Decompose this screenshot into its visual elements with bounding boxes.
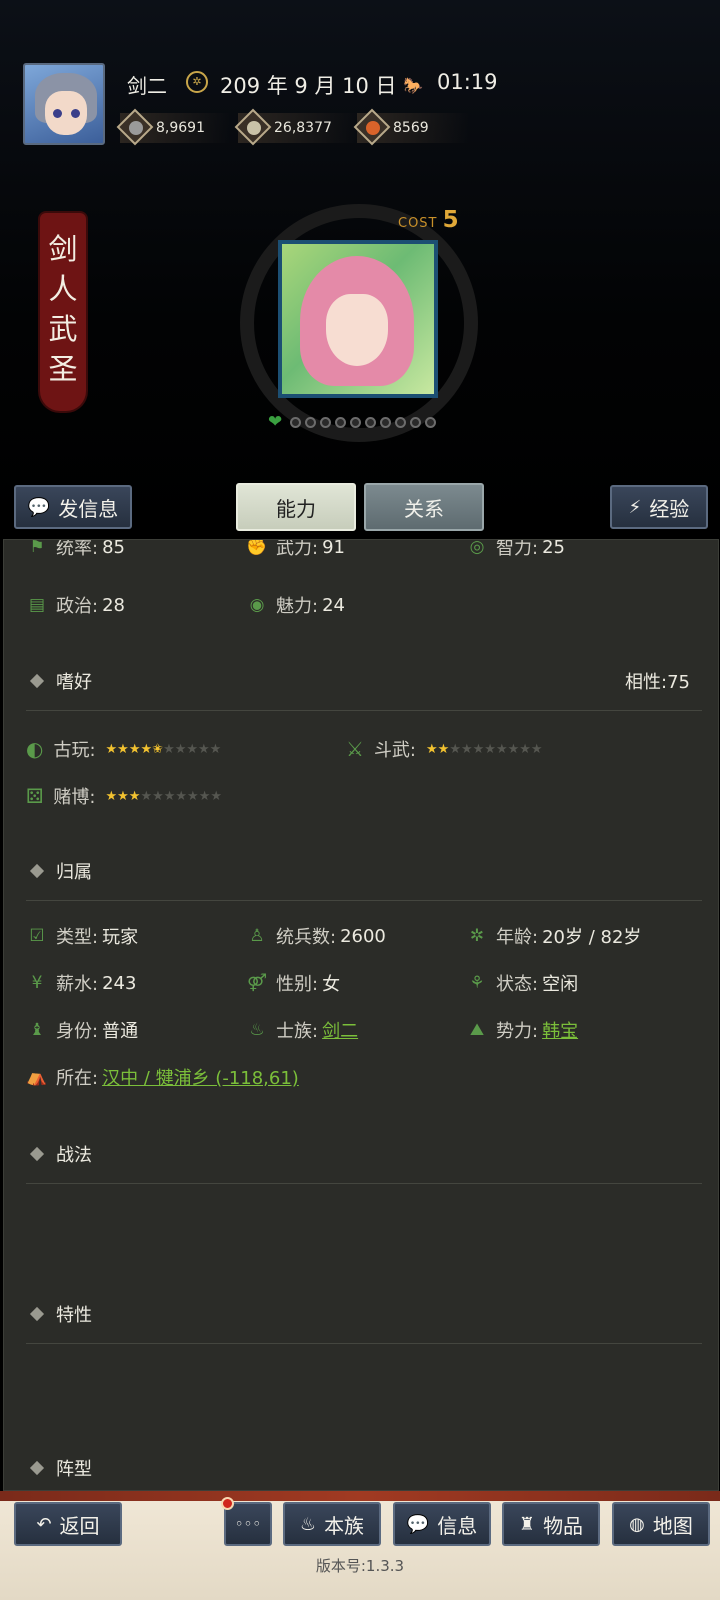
map-button[interactable]: ◍ 地图 bbox=[612, 1502, 710, 1546]
scroll-icon: ▤ bbox=[28, 595, 46, 615]
hobby-gambling: ⚄ 赌博: ★★★★★★★★★★ bbox=[26, 784, 223, 808]
stat-leadership: ⚑ 统率: 85 bbox=[26, 539, 125, 560]
heart-icon: ❤ bbox=[268, 412, 283, 432]
section-traits: 特性 bbox=[29, 1301, 92, 1327]
info-faction: ⛰ 势力: 韩宝 bbox=[466, 1017, 578, 1043]
fist-icon: ✊ bbox=[246, 539, 268, 557]
items-button[interactable]: ♜ 物品 bbox=[502, 1502, 600, 1546]
info-troops: ♙ 统兵数: 2600 bbox=[246, 923, 386, 949]
back-arrow-icon: ↶ bbox=[36, 1513, 52, 1535]
resource-food-value: 8569 bbox=[393, 120, 429, 136]
stat-intellect: ◎ 智力: 25 bbox=[466, 539, 565, 560]
hobby-antiques: ◐ 古玩: ★★★★✬★★★★★ bbox=[26, 737, 222, 761]
soldier-icon: ♙ bbox=[249, 926, 265, 946]
bag-icon: ♜ bbox=[518, 1513, 536, 1535]
notification-badge bbox=[221, 1497, 234, 1510]
status-icon: ⚘ bbox=[469, 973, 485, 993]
affinity-value: 相性:75 bbox=[625, 672, 690, 693]
character-title-banner: 剑 人 武 圣 bbox=[40, 213, 86, 411]
info-status: ⚘ 状态: 空闲 bbox=[466, 970, 578, 996]
brain-icon: ◎ bbox=[469, 539, 485, 557]
clan-icon: ♨ bbox=[249, 1020, 265, 1040]
resource-food[interactable]: 8569 bbox=[353, 108, 469, 146]
section-hobbies: 嗜好 bbox=[29, 668, 92, 694]
loyalty-indicator: ❤ bbox=[268, 412, 437, 432]
yen-icon: ¥ bbox=[31, 973, 43, 993]
chess-piece-icon: ♝ bbox=[29, 1020, 45, 1040]
resource-coin-value: 8,9691 bbox=[156, 120, 205, 136]
lightning-icon: ⚡ bbox=[628, 496, 642, 518]
stat-charm: ◉ 魅力: 24 bbox=[246, 592, 345, 618]
character-portrait[interactable] bbox=[278, 240, 438, 398]
info-clan: ♨ 士族: 剑二 bbox=[246, 1017, 358, 1043]
ability-panel[interactable]: ⚑ 统率: 85 ✊ 武力: 91 ◎ 智力: 25 ▤ 政治: 28 ◉ 魅力: 24 嗜好 相性… bbox=[3, 539, 719, 1491]
info-button[interactable]: 💬 信息 bbox=[393, 1502, 491, 1546]
info-salary: ¥ 薪水: 243 bbox=[26, 970, 137, 996]
send-message-button[interactable]: 💬 发信息 bbox=[14, 485, 132, 529]
horse-icon: 🐎 bbox=[403, 76, 423, 95]
resource-grain-value: 26,8377 bbox=[274, 120, 332, 136]
location-link[interactable]: 汉中 / 犍浦乡 (-118,61) bbox=[102, 1064, 299, 1090]
stat-politics: ▤ 政治: 28 bbox=[26, 592, 125, 618]
hobby-combat-stars: ★★★★★★★★★★ bbox=[426, 741, 543, 757]
clan-button[interactable]: ♨ 本族 bbox=[283, 1502, 381, 1546]
section-belonging: 归属 bbox=[29, 858, 92, 884]
player-avatar[interactable] bbox=[23, 63, 105, 145]
flag-icon: ⚑ bbox=[29, 539, 45, 557]
info-age: ✲ 年龄: 20岁 / 82岁 bbox=[466, 923, 642, 949]
resource-grain[interactable]: 26,8377 bbox=[234, 108, 358, 146]
location-icon: ⛺ bbox=[26, 1067, 48, 1087]
mountain-icon: ⛰ bbox=[469, 1020, 485, 1040]
clan-icon: ♨ bbox=[299, 1513, 317, 1535]
cost-value: 5 bbox=[442, 207, 460, 233]
version-label: 版本号:1.3.3 bbox=[315, 1557, 405, 1575]
chat-icon: 💬 bbox=[27, 496, 51, 518]
tab-relations[interactable]: 关系 bbox=[364, 483, 484, 531]
clan-link[interactable]: 剑二 bbox=[322, 1017, 358, 1043]
game-time: 01:19 bbox=[437, 70, 498, 94]
resource-coin[interactable]: 8,9691 bbox=[116, 108, 230, 146]
hobby-gambling-stars: ★★★★★★★★★★ bbox=[105, 788, 223, 804]
info-location: ⛺ 所在: 汉中 / 犍浦乡 (-118,61) bbox=[26, 1064, 299, 1090]
game-date: 209 年 9 月 10 日 bbox=[220, 74, 397, 98]
stat-force: ✊ 武力: 91 bbox=[246, 539, 345, 559]
faction-link[interactable]: 韩宝 bbox=[542, 1017, 578, 1043]
hobby-antiques-stars: ★★★★✬★★★★★ bbox=[105, 741, 222, 757]
gender-icon: ⚤ bbox=[247, 973, 267, 993]
info-identity: ♝ 身份: 普通 bbox=[26, 1017, 138, 1043]
info-type: ☑ 类型: 玩家 bbox=[26, 923, 138, 949]
eye-icon: ◉ bbox=[249, 595, 265, 615]
hobby-combat: ⚔ 斗武: ★★★★★★★★★★ bbox=[346, 737, 543, 761]
chat-icon: 💬 bbox=[406, 1513, 430, 1535]
calendar-icon: ✲ bbox=[186, 71, 208, 93]
antique-icon: ◐ bbox=[26, 737, 44, 761]
experience-button[interactable]: ⚡ 经验 bbox=[610, 485, 708, 529]
globe-icon: ◍ bbox=[629, 1513, 645, 1535]
crossed-swords-icon: ⚔ bbox=[346, 737, 364, 761]
calendar-check-icon: ☑ bbox=[29, 926, 45, 946]
tab-ability[interactable]: 能力 bbox=[236, 483, 356, 531]
back-button[interactable]: ↶ 返回 bbox=[14, 1502, 122, 1546]
age-icon: ✲ bbox=[469, 926, 485, 946]
dice-icon: ⚄ bbox=[26, 784, 44, 808]
section-formation: 阵型 bbox=[29, 1455, 92, 1481]
section-tactics: 战法 bbox=[29, 1141, 92, 1167]
player-name: 剑二 bbox=[127, 74, 167, 98]
cost-label: COST 5 bbox=[398, 207, 460, 233]
info-gender: ⚤ 性别: 女 bbox=[247, 973, 341, 995]
